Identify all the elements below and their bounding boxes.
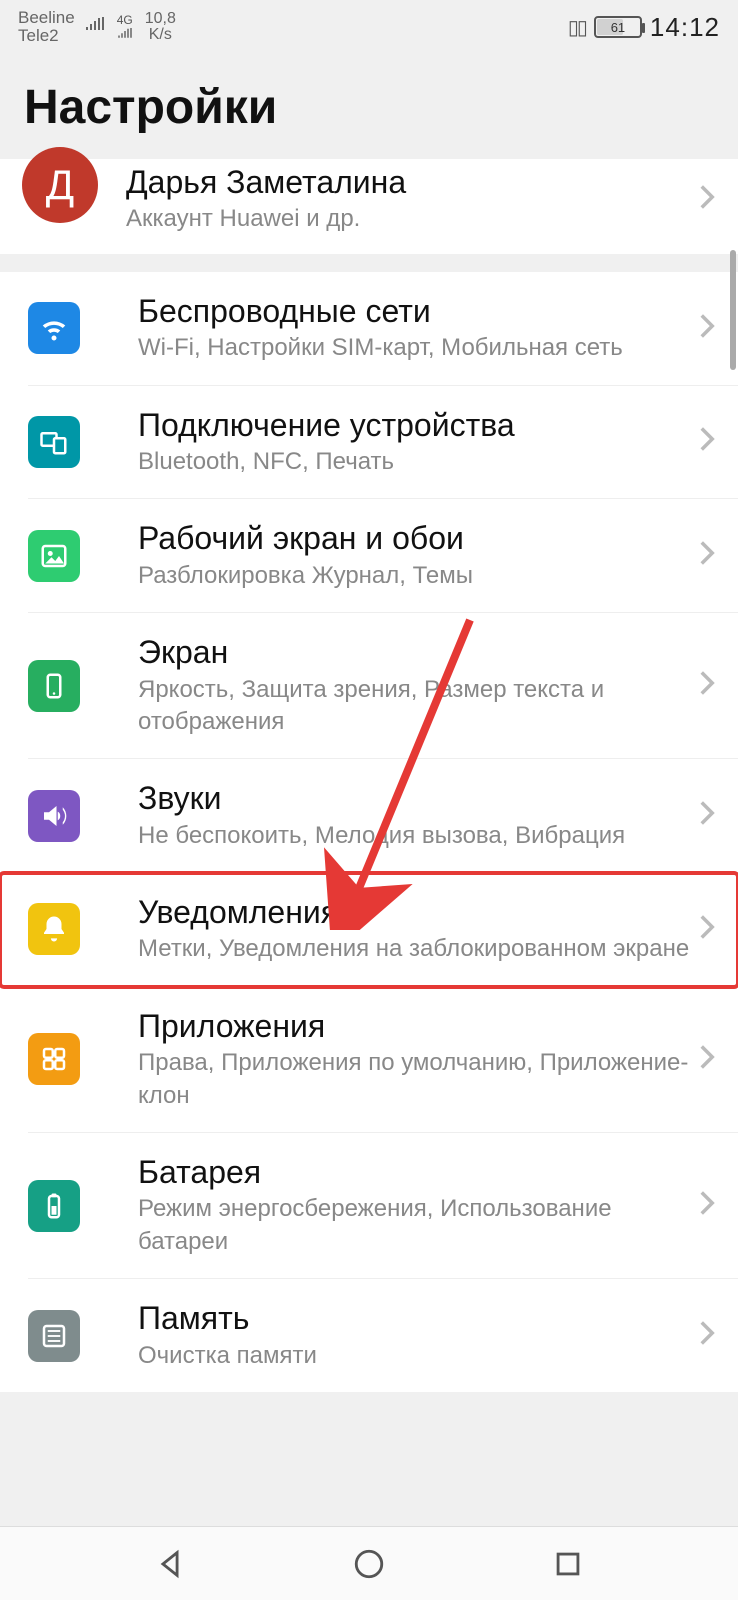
carrier-labels: Beeline Tele2 — [18, 9, 75, 45]
avatar: Д — [22, 147, 98, 223]
row-title: Беспроводные сети — [138, 292, 698, 330]
row-storage[interactable]: Память Очистка памяти — [28, 1279, 738, 1392]
battery-icon: 61 — [594, 16, 642, 38]
row-display[interactable]: Экран Яркость, Защита зрения, Размер тек… — [28, 613, 738, 759]
apps-grid-icon — [28, 1033, 80, 1085]
chevron-right-icon — [698, 669, 716, 702]
bell-icon — [28, 903, 80, 955]
account-name: Дарья Заметалина — [126, 163, 698, 201]
account-sub: Аккаунт Huawei и др. — [126, 203, 698, 235]
chevron-right-icon — [698, 312, 716, 345]
row-title: Экран — [138, 633, 698, 671]
row-sounds[interactable]: Звуки Не беспокоить, Мелодия вызова, Виб… — [28, 759, 738, 873]
row-wireless[interactable]: Беспроводные сети Wi-Fi, Настройки SIM-к… — [28, 272, 738, 386]
row-sub: Права, Приложения по умолчанию, Приложен… — [138, 1047, 698, 1112]
scrollbar[interactable] — [730, 250, 736, 370]
row-home-wallpaper[interactable]: Рабочий экран и обои Разблокировка Журна… — [28, 499, 738, 613]
row-sub: Bluetooth, NFC, Печать — [138, 446, 698, 478]
speaker-icon — [28, 790, 80, 842]
row-sub: Wi-Fi, Настройки SIM-карт, Мобильная сет… — [138, 332, 698, 364]
wifi-icon — [28, 302, 80, 354]
row-title: Уведомления — [138, 893, 694, 931]
signal-icon-2: 4G — [115, 14, 135, 40]
row-sub: Метки, Уведомления на заблокированном эк… — [138, 933, 694, 965]
page-title: Настройки — [0, 50, 738, 159]
row-title: Батарея — [138, 1153, 698, 1191]
row-battery[interactable]: Батарея Режим энергосбережения, Использо… — [28, 1133, 738, 1279]
chevron-right-icon — [698, 1319, 716, 1352]
chevron-right-icon — [698, 425, 716, 458]
row-title: Память — [138, 1299, 698, 1337]
nav-bar — [0, 1526, 738, 1600]
network-speed: 10,8 K/s — [145, 11, 176, 43]
row-title: Подключение устройства — [138, 406, 698, 444]
row-apps[interactable]: Приложения Права, Приложения по умолчани… — [28, 987, 738, 1133]
chevron-right-icon — [698, 183, 716, 216]
chevron-right-icon — [698, 539, 716, 572]
row-sub: Режим энергосбережения, Использование ба… — [138, 1193, 698, 1258]
nav-back-button[interactable] — [151, 1545, 189, 1583]
row-title: Звуки — [138, 779, 698, 817]
chevron-right-icon — [698, 799, 716, 832]
vibrate-icon: ▯▯ — [568, 15, 586, 40]
status-bar: Beeline Tele2 4G 10,8 K/s ▯▯ 61 14:12 — [0, 0, 738, 50]
account-row[interactable]: Д Дарья Заметалина Аккаунт Huawei и др. — [0, 159, 738, 254]
row-title: Приложения — [138, 1007, 698, 1045]
row-sub: Очистка памяти — [138, 1340, 698, 1372]
row-device-connect[interactable]: Подключение устройства Bluetooth, NFC, П… — [28, 386, 738, 500]
nav-recent-button[interactable] — [549, 1545, 587, 1583]
chevron-right-icon — [698, 1189, 716, 1222]
signal-icon-1 — [85, 17, 105, 37]
row-sub: Яркость, Защита зрения, Размер текста и … — [138, 674, 698, 739]
clock: 14:12 — [650, 12, 720, 43]
phone-display-icon — [28, 660, 80, 712]
picture-icon — [28, 530, 80, 582]
chevron-right-icon — [698, 913, 716, 946]
row-sub: Разблокировка Журнал, Темы — [138, 560, 698, 592]
row-sub: Не беспокоить, Мелодия вызова, Вибрация — [138, 820, 698, 852]
row-notifications[interactable]: Уведомления Метки, Уведомления на заблок… — [0, 873, 738, 987]
row-title: Рабочий экран и обои — [138, 519, 698, 557]
chevron-right-icon — [698, 1043, 716, 1076]
nav-home-button[interactable] — [350, 1545, 388, 1583]
device-connect-icon — [28, 416, 80, 468]
battery-icon — [28, 1180, 80, 1232]
storage-icon — [28, 1310, 80, 1362]
